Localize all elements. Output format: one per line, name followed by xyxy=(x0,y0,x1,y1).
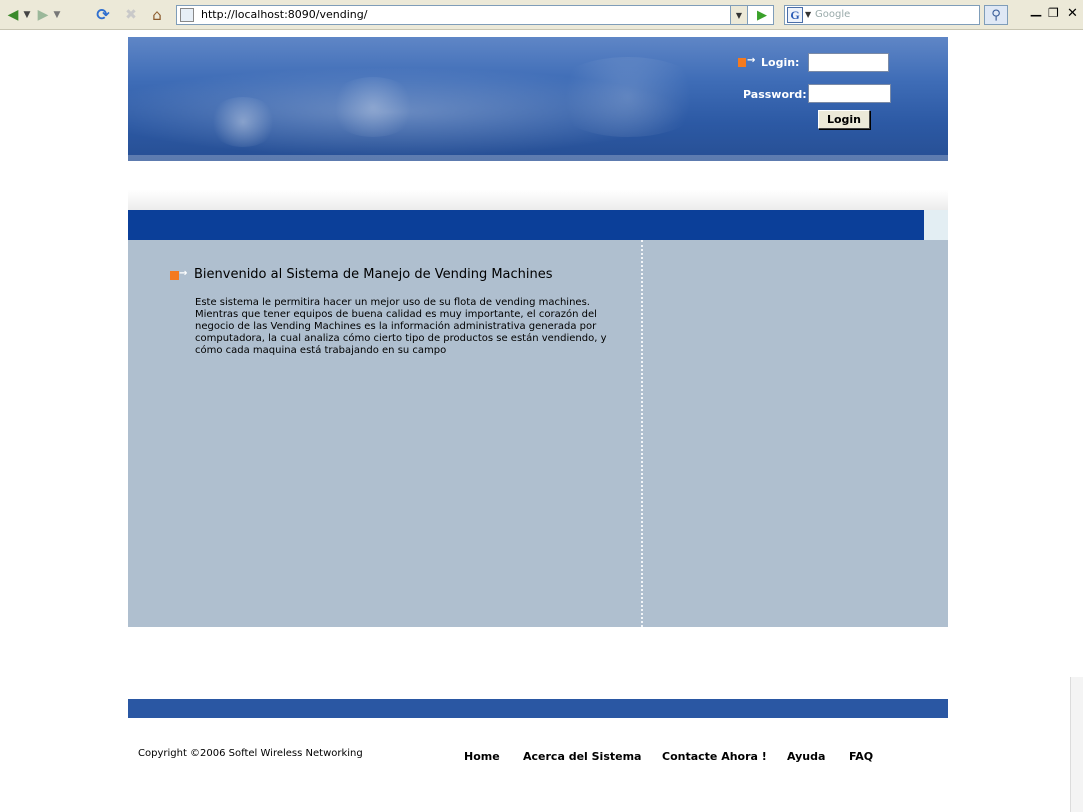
go-icon[interactable]: ▶ xyxy=(752,5,772,25)
login-button[interactable]: Login xyxy=(818,110,870,129)
banner-decoration xyxy=(328,77,418,137)
footer-link-acerca[interactable]: Acerca del Sistema xyxy=(523,750,641,763)
minimize-icon[interactable]: — xyxy=(1030,8,1042,22)
footer-bar xyxy=(128,699,948,718)
home-icon[interactable]: ⌂ xyxy=(148,6,166,24)
copyright-text: Copyright ©2006 Softel Wireless Networki… xyxy=(138,748,363,759)
welcome-line: Este sistema le permitira hacer un mejor… xyxy=(195,297,590,308)
welcome-arrow-icon: → xyxy=(170,268,187,281)
search-box[interactable]: G ▼ Google xyxy=(784,5,980,25)
magnifier-icon[interactable]: ⚲ xyxy=(984,5,1008,25)
browser-toolbar: ◀ ▼ ▶ ▼ ⟳ ✖ ⌂ http://localhost:8090/vend… xyxy=(0,0,1083,30)
welcome-title: Bienvenido al Sistema de Manejo de Vendi… xyxy=(194,267,553,282)
search-input[interactable]: Google xyxy=(815,9,850,20)
address-dropdown-icon[interactable]: ▼ xyxy=(730,5,748,25)
footer-link-home[interactable]: Home xyxy=(464,750,500,763)
login-field[interactable] xyxy=(808,53,889,72)
welcome-line: Mientras que tener equipos de buena cali… xyxy=(195,309,597,320)
footer-link-contacte[interactable]: Contacte Ahora ! xyxy=(662,750,767,763)
close-icon[interactable]: ✕ xyxy=(1067,6,1078,21)
nav-bar-end xyxy=(924,210,948,240)
welcome-line: negocio de las Vending Machines es la in… xyxy=(195,321,597,332)
favicon-icon xyxy=(180,8,194,22)
column-divider xyxy=(641,240,643,627)
login-arrow-icon: → xyxy=(738,55,756,69)
address-bar[interactable]: http://localhost:8090/vending/ xyxy=(176,5,774,25)
footer-link-faq[interactable]: FAQ xyxy=(849,750,873,763)
scrollbar[interactable] xyxy=(1070,677,1083,812)
google-logo-icon[interactable]: G xyxy=(787,7,803,23)
banner-decoration xyxy=(208,97,278,147)
password-field[interactable] xyxy=(808,84,891,103)
forward-dropdown-icon[interactable]: ▼ xyxy=(52,6,62,24)
address-url[interactable]: http://localhost:8090/vending/ xyxy=(201,8,367,21)
banner-decoration xyxy=(548,57,708,137)
nav-bar xyxy=(128,210,924,240)
login-label: Login: xyxy=(761,56,800,69)
footer-link-ayuda[interactable]: Ayuda xyxy=(787,750,825,763)
welcome-text: Este sistema le permitira hacer un mejor… xyxy=(195,297,615,357)
password-label: Password: xyxy=(743,88,807,101)
back-arrow-icon[interactable]: ◀ xyxy=(4,6,22,24)
welcome-line: cómo cada maquina está trabajando en su … xyxy=(195,345,447,356)
stop-icon[interactable]: ✖ xyxy=(122,6,140,24)
welcome-line: computadora, la cual analiza cómo cierto… xyxy=(195,333,607,344)
refresh-icon[interactable]: ⟳ xyxy=(94,6,112,24)
search-engine-dropdown-icon[interactable]: ▼ xyxy=(805,10,811,19)
restore-icon[interactable]: ❐ xyxy=(1048,6,1059,20)
forward-arrow-icon[interactable]: ▶ xyxy=(34,6,52,24)
back-dropdown-icon[interactable]: ▼ xyxy=(22,6,32,24)
gradient-strip xyxy=(128,190,948,210)
